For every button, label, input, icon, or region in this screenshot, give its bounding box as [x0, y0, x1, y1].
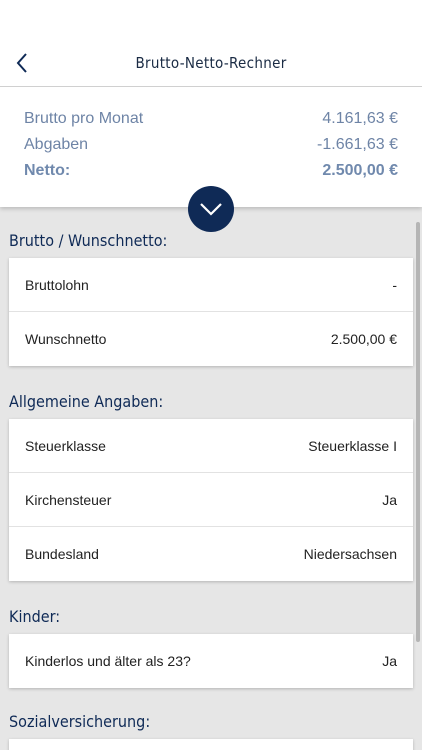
card-kinder: Kinderlos und älter als 23? Ja: [9, 634, 413, 688]
section-title-kinder: Kinder:: [9, 607, 61, 626]
summary-label: Brutto pro Monat: [24, 110, 144, 127]
chevron-down-icon: [200, 203, 222, 216]
summary-value: -1.661,63 €: [317, 136, 398, 153]
summary-row-brutto: Brutto pro Monat 4.161,63 €: [24, 108, 398, 130]
summary-value: 4.161,63 €: [322, 110, 398, 127]
row-label: Bruttolohn: [25, 276, 89, 293]
row-label: Bundesland: [25, 546, 99, 562]
expand-toggle-button[interactable]: [188, 186, 234, 232]
summary-label: Netto:: [24, 162, 71, 179]
card-allgemein: Steuerklasse Steuerklasse I Kirchensteue…: [9, 419, 413, 581]
row-bundesland[interactable]: Bundesland Niedersachsen: [9, 527, 413, 581]
row-label: Kirchensteuer: [25, 491, 112, 508]
row-label: Kinderlos und älter als 23?: [25, 653, 191, 669]
row-kirchensteuer[interactable]: Kirchensteuer Ja: [9, 473, 413, 527]
row-label: Wunschnetto: [25, 331, 107, 347]
card-brutto: Bruttolohn - Wunschnetto 2.500,00 €: [9, 258, 413, 366]
section-title-allgemein: Allgemeine Angaben:: [9, 392, 164, 411]
form-content: Brutto / Wunschnetto: Bruttolohn - Wunsc…: [0, 207, 422, 750]
row-value: 2.500,00 €: [330, 331, 397, 347]
page-title: Brutto-Netto-Rechner: [135, 54, 287, 72]
row-value: Ja: [382, 491, 397, 508]
section-title-sozialversicherung: Sozialversicherung:: [9, 712, 151, 731]
row-value: -: [392, 276, 397, 293]
row-label: Steuerklasse: [25, 437, 106, 454]
app-header: Brutto-Netto-Rechner: [0, 0, 422, 87]
row-bruttolohn[interactable]: Bruttolohn -: [9, 258, 413, 312]
scrollbar[interactable]: [416, 222, 420, 642]
row-value: Niedersachsen: [303, 546, 397, 562]
summary-value: 2.500,00 €: [322, 162, 398, 179]
summary-label: Abgaben: [24, 136, 89, 153]
row-value: Steuerklasse I: [308, 437, 397, 454]
summary-row-abgaben: Abgaben -1.661,63 €: [24, 134, 398, 156]
summary-row-netto: Netto: 2.500,00 €: [24, 160, 398, 182]
row-kinderlos[interactable]: Kinderlos und älter als 23? Ja: [9, 634, 413, 688]
row-wunschnetto[interactable]: Wunschnetto 2.500,00 €: [9, 312, 413, 366]
card-sozialversicherung: [9, 739, 413, 750]
row-steuerklasse[interactable]: Steuerklasse Steuerklasse I: [9, 419, 413, 473]
section-title-brutto: Brutto / Wunschnetto:: [9, 231, 168, 250]
row-value: Ja: [382, 653, 397, 669]
